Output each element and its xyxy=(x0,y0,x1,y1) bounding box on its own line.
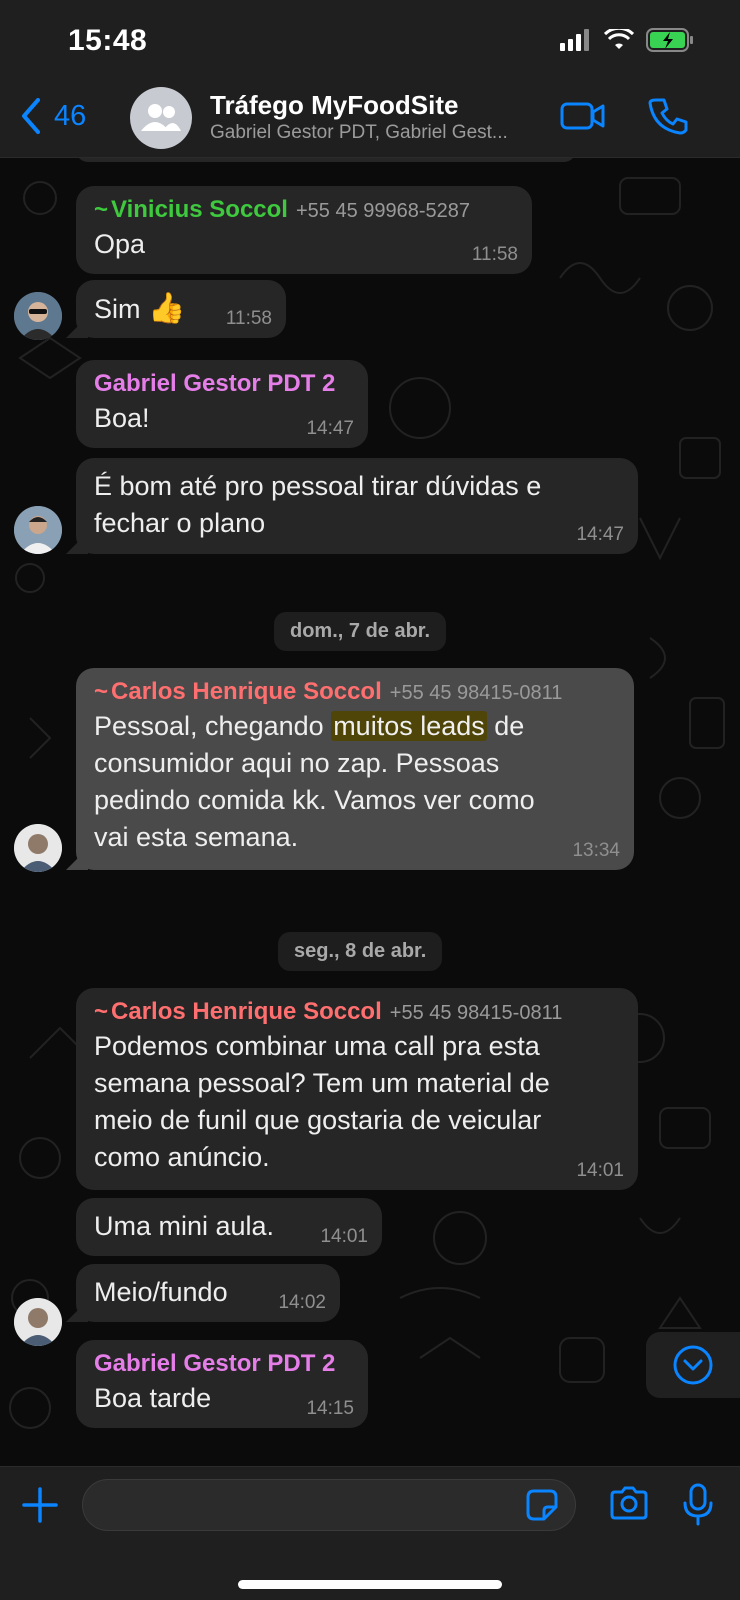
microphone-button[interactable] xyxy=(682,1483,714,1532)
message-bubble[interactable]: ~ Carlos Henrique Soccol +55 45 98415-0811… xyxy=(76,988,638,1190)
video-call-icon xyxy=(560,102,605,130)
message-sender[interactable]: Vinicius Soccol xyxy=(111,196,288,223)
message-text: Pessoal, chegando xyxy=(94,711,332,741)
back-button[interactable]: 46 xyxy=(18,94,86,138)
message-bubble[interactable]: Sim 👍 11:58 xyxy=(66,280,286,338)
attach-button[interactable] xyxy=(22,1487,58,1528)
group-avatar-icon xyxy=(141,104,181,131)
message-time: 14:01 xyxy=(576,1160,624,1181)
message-text: Sim xyxy=(94,294,141,324)
battery-icon xyxy=(646,28,693,52)
camera-icon xyxy=(610,1486,648,1520)
sender-tilde: ~ xyxy=(94,678,109,705)
message-text: semana pessoal? Tem um material de xyxy=(94,1068,550,1098)
unread-count: 46 xyxy=(54,99,87,132)
home-indicator xyxy=(238,1580,502,1589)
message-time: 14:47 xyxy=(576,524,624,545)
message-text: de xyxy=(486,711,525,741)
date-separator: dom., 7 de abr. xyxy=(274,612,447,651)
sender-phone: +55 45 98415-0811 xyxy=(389,1002,563,1024)
message-text: pedindo comida kk. Vamos ver como xyxy=(94,785,535,815)
sender-phone: +55 45 99968-5287 xyxy=(295,200,471,222)
group-members[interactable]: Gabriel Gestor PDT, Gabriel Gest... xyxy=(210,122,550,144)
avatar[interactable] xyxy=(14,506,62,554)
user-photo-icon xyxy=(14,824,62,872)
search-highlight: muitos leads xyxy=(331,711,487,741)
message-time: 11:58 xyxy=(471,244,518,265)
avatar[interactable] xyxy=(14,824,62,872)
message-time: 13:34 xyxy=(572,840,620,861)
sender-tilde: ~ xyxy=(94,998,109,1025)
message-bubble-highlighted[interactable]: ~ Carlos Henrique Soccol +55 45 98415-0811… xyxy=(66,668,634,870)
plus-icon xyxy=(22,1487,58,1523)
date-separator: seg., 8 de abr. xyxy=(278,932,443,971)
user-photo-icon xyxy=(14,506,62,554)
chat-header: 46 Tráfego MyFoodSite Gabriel Gestor PDT… xyxy=(0,80,740,158)
message-bubble[interactable]: Meio/fundo 14:02 xyxy=(66,1264,340,1322)
group-title[interactable]: Tráfego MyFoodSite xyxy=(210,90,458,121)
bubble-tail xyxy=(66,848,88,870)
phone-icon xyxy=(648,98,688,135)
message-sender[interactable]: Gabriel Gestor PDT 2 xyxy=(94,1350,350,1378)
avatar[interactable] xyxy=(14,1298,62,1346)
group-avatar[interactable] xyxy=(130,87,192,149)
chat-area[interactable]: ~ Vinicius Soccol +55 45 99968-5287 Opa 11… xyxy=(0,138,740,1466)
chevron-down-circle-icon xyxy=(673,1345,713,1385)
avatar[interactable] xyxy=(14,292,62,340)
message-sender[interactable]: Carlos Henrique Soccol xyxy=(111,678,382,705)
bubble-tail xyxy=(66,316,88,338)
sticker-button[interactable] xyxy=(524,1487,560,1528)
message-sender-line: ~ Vinicius Soccol +55 45 99968-5287 xyxy=(94,196,514,224)
status-time: 15:48 xyxy=(68,24,148,57)
message-sender-line: ~ Carlos Henrique Soccol +55 45 98415-0811 xyxy=(94,998,620,1026)
message-input[interactable] xyxy=(82,1479,576,1531)
sender-tilde: ~ xyxy=(94,196,109,223)
message-text: como anúncio. xyxy=(94,1142,270,1172)
message-bubble[interactable]: É bom até pro pessoal tirar dúvidas e fe… xyxy=(66,458,638,554)
bubble-tail xyxy=(66,1300,88,1322)
sender-phone: +55 45 98415-0811 xyxy=(389,682,563,704)
sticker-icon xyxy=(526,1489,558,1521)
bubble-tail xyxy=(66,532,88,554)
message-time: 14:02 xyxy=(278,1292,326,1313)
message-sender[interactable]: Gabriel Gestor PDT 2 xyxy=(94,370,350,398)
voice-call-button[interactable] xyxy=(648,96,688,141)
wifi-icon xyxy=(604,29,634,49)
message-text: consumidor aqui no zap. Pessoas xyxy=(94,748,500,778)
message-text: É bom até pro pessoal tirar dúvidas e xyxy=(94,471,542,501)
thumbs-up-emoji: 👍 xyxy=(148,292,186,325)
video-call-button[interactable] xyxy=(560,98,606,139)
signal-icon xyxy=(560,29,589,51)
status-icons xyxy=(560,28,694,52)
user-photo-icon xyxy=(14,292,62,340)
scroll-to-bottom-button[interactable] xyxy=(646,1332,740,1398)
message-composer xyxy=(0,1466,740,1600)
message-text: fechar o plano xyxy=(94,508,266,538)
message-sender[interactable]: Carlos Henrique Soccol xyxy=(111,998,382,1025)
message-bubble[interactable]: Gabriel Gestor PDT 2 Boa tarde 14:15 xyxy=(76,1340,368,1428)
message-sender-line: ~ Carlos Henrique Soccol +55 45 98415-0811 xyxy=(94,678,616,706)
message-time: 14:01 xyxy=(320,1226,368,1247)
camera-button[interactable] xyxy=(608,1485,650,1528)
message-text: Opa xyxy=(94,229,146,259)
message-time: 14:15 xyxy=(306,1398,354,1419)
message-text-line: Pessoal, chegando muitos leads de xyxy=(94,708,616,745)
user-photo-icon xyxy=(14,1298,62,1346)
message-text: vai esta semana. xyxy=(94,822,299,852)
chevron-left-icon xyxy=(22,98,40,134)
message-text: meio de funil que gostaria de veicular xyxy=(94,1105,542,1135)
status-bar: 15:48 xyxy=(0,0,740,80)
message-time: 14:47 xyxy=(306,418,354,439)
message-bubble[interactable]: ~ Vinicius Soccol +55 45 99968-5287 Opa 11… xyxy=(76,186,532,274)
microphone-icon xyxy=(683,1483,713,1526)
message-bubble[interactable]: Gabriel Gestor PDT 2 Boa! 14:47 xyxy=(76,360,368,448)
message-time: 11:58 xyxy=(225,308,272,329)
message-text: Podemos combinar uma call pra esta xyxy=(94,1031,540,1061)
message-bubble[interactable]: Uma mini aula. 14:01 xyxy=(76,1198,382,1256)
